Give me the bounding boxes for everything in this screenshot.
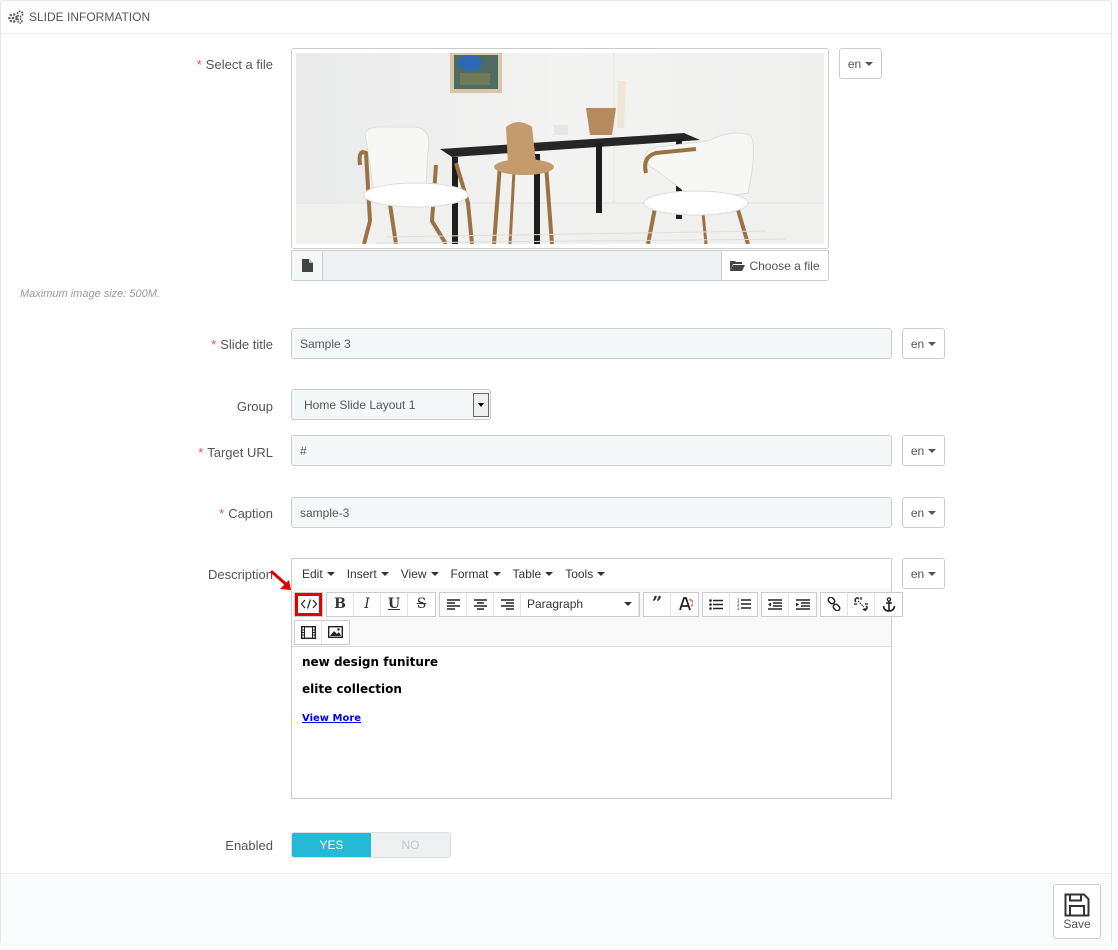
- align-right-icon: [500, 598, 514, 610]
- text-color-icon: [678, 597, 693, 611]
- slide-image-preview: [291, 48, 829, 249]
- strikethrough-button[interactable]: S: [408, 593, 435, 616]
- bold-button[interactable]: B: [327, 592, 354, 616]
- description-editor: Edit Insert View Format Table Tools B I …: [291, 558, 903, 799]
- underline-icon: U: [387, 596, 401, 612]
- description-language-dropdown[interactable]: en: [902, 558, 945, 589]
- enabled-yes-option[interactable]: YES: [292, 833, 371, 857]
- anchor-button[interactable]: [875, 593, 902, 616]
- italic-button[interactable]: I: [354, 592, 381, 616]
- file-upload-bar: Choose a file: [291, 250, 829, 281]
- menu-table[interactable]: Table: [507, 567, 560, 581]
- enabled-label: Enabled: [225, 838, 273, 853]
- code-icon: [300, 599, 317, 609]
- insert-image-button[interactable]: [322, 621, 349, 644]
- slide-title-language-dropdown[interactable]: en: [902, 328, 945, 359]
- gears-icon: [8, 10, 24, 24]
- indent-icon: [795, 598, 810, 610]
- block-format-select[interactable]: Paragraph: [521, 592, 639, 616]
- save-icon: [1064, 893, 1090, 916]
- file-icon: [292, 251, 323, 280]
- menu-view[interactable]: View: [395, 567, 445, 581]
- film-icon: [300, 625, 316, 639]
- align-right-button[interactable]: [494, 592, 521, 616]
- caption-input[interactable]: sample-3: [291, 497, 892, 528]
- editor-menubar: Edit Insert View Format Table Tools: [292, 559, 891, 588]
- caption-label: * Caption: [219, 506, 273, 521]
- blockquote-button[interactable]: ”: [644, 592, 671, 616]
- bold-icon: B: [334, 596, 346, 612]
- menu-edit[interactable]: Edit: [296, 567, 341, 581]
- bullet-list-icon: [709, 598, 723, 610]
- menu-insert[interactable]: Insert: [341, 567, 395, 581]
- numbered-list-button[interactable]: 123: [730, 593, 757, 616]
- editor-content[interactable]: new design funiture elite collection Vie…: [292, 647, 891, 732]
- outdent-button[interactable]: [762, 592, 789, 616]
- content-line-2: elite collection: [302, 682, 402, 696]
- slide-image: [296, 53, 824, 244]
- strikethrough-icon: S: [416, 596, 427, 612]
- numbered-list-icon: 123: [737, 598, 751, 610]
- menu-tools[interactable]: Tools: [559, 567, 611, 581]
- file-language-dropdown[interactable]: en: [839, 48, 882, 79]
- content-line-1: new design funiture: [302, 655, 438, 669]
- group-select[interactable]: Home Slide Layout 1: [291, 389, 491, 420]
- target-url-input[interactable]: #: [291, 435, 892, 466]
- unlink-icon: [854, 597, 868, 611]
- link-icon: [827, 597, 841, 611]
- underline-button[interactable]: U: [381, 592, 408, 616]
- quote-icon: ”: [651, 593, 663, 614]
- group-label: Group: [236, 399, 273, 414]
- description-label: Description: [207, 567, 273, 582]
- enabled-no-option[interactable]: NO: [371, 833, 450, 857]
- remove-link-button[interactable]: [848, 592, 875, 616]
- target-url-label: * Target URL: [198, 445, 273, 460]
- menu-format[interactable]: Format: [445, 567, 507, 581]
- insert-media-button[interactable]: [295, 620, 322, 644]
- align-center-icon: [473, 598, 487, 610]
- italic-icon: I: [364, 596, 370, 612]
- folder-open-icon: [730, 261, 746, 271]
- view-more-link[interactable]: View More: [302, 713, 361, 724]
- enabled-switch[interactable]: YES NO: [291, 832, 451, 858]
- indent-button[interactable]: [789, 593, 816, 616]
- target-url-language-dropdown[interactable]: en: [902, 435, 945, 466]
- max-image-size-hint: Maximum image size: 500M.: [20, 288, 160, 300]
- slide-title-label: * Slide title: [211, 337, 273, 352]
- choose-file-button[interactable]: Choose a file: [721, 251, 828, 280]
- anchor-icon: [882, 596, 895, 612]
- outdent-icon: [768, 598, 782, 610]
- slide-information-panel: SLIDE INFORMATION * Select a file Choose…: [0, 0, 1112, 946]
- file-name-field[interactable]: [323, 251, 721, 280]
- caption-language-dropdown[interactable]: en: [902, 497, 945, 528]
- align-left-icon: [446, 598, 460, 610]
- source-code-button[interactable]: [295, 592, 322, 616]
- editor-toolbar: B I U S Paragraph ” 1 2 3: [292, 588, 903, 647]
- select-file-label: * Select a file: [196, 57, 273, 72]
- save-button[interactable]: Save: [1053, 884, 1101, 939]
- align-left-button[interactable]: [440, 592, 467, 616]
- image-icon: [328, 626, 343, 638]
- align-center-button[interactable]: [467, 592, 494, 616]
- panel-footer: [1, 873, 1111, 946]
- panel-heading: SLIDE INFORMATION: [1, 1, 1111, 34]
- insert-link-button[interactable]: [821, 592, 848, 616]
- text-color-button[interactable]: [671, 593, 698, 616]
- svg-text:3: 3: [737, 606, 740, 610]
- red-arrow-annotation-icon: [270, 570, 291, 590]
- panel-title: SLIDE INFORMATION: [29, 10, 151, 24]
- chevron-down-icon: [473, 393, 489, 417]
- slide-title-input[interactable]: Sample 3: [291, 328, 892, 359]
- bullet-list-button[interactable]: [703, 592, 730, 616]
